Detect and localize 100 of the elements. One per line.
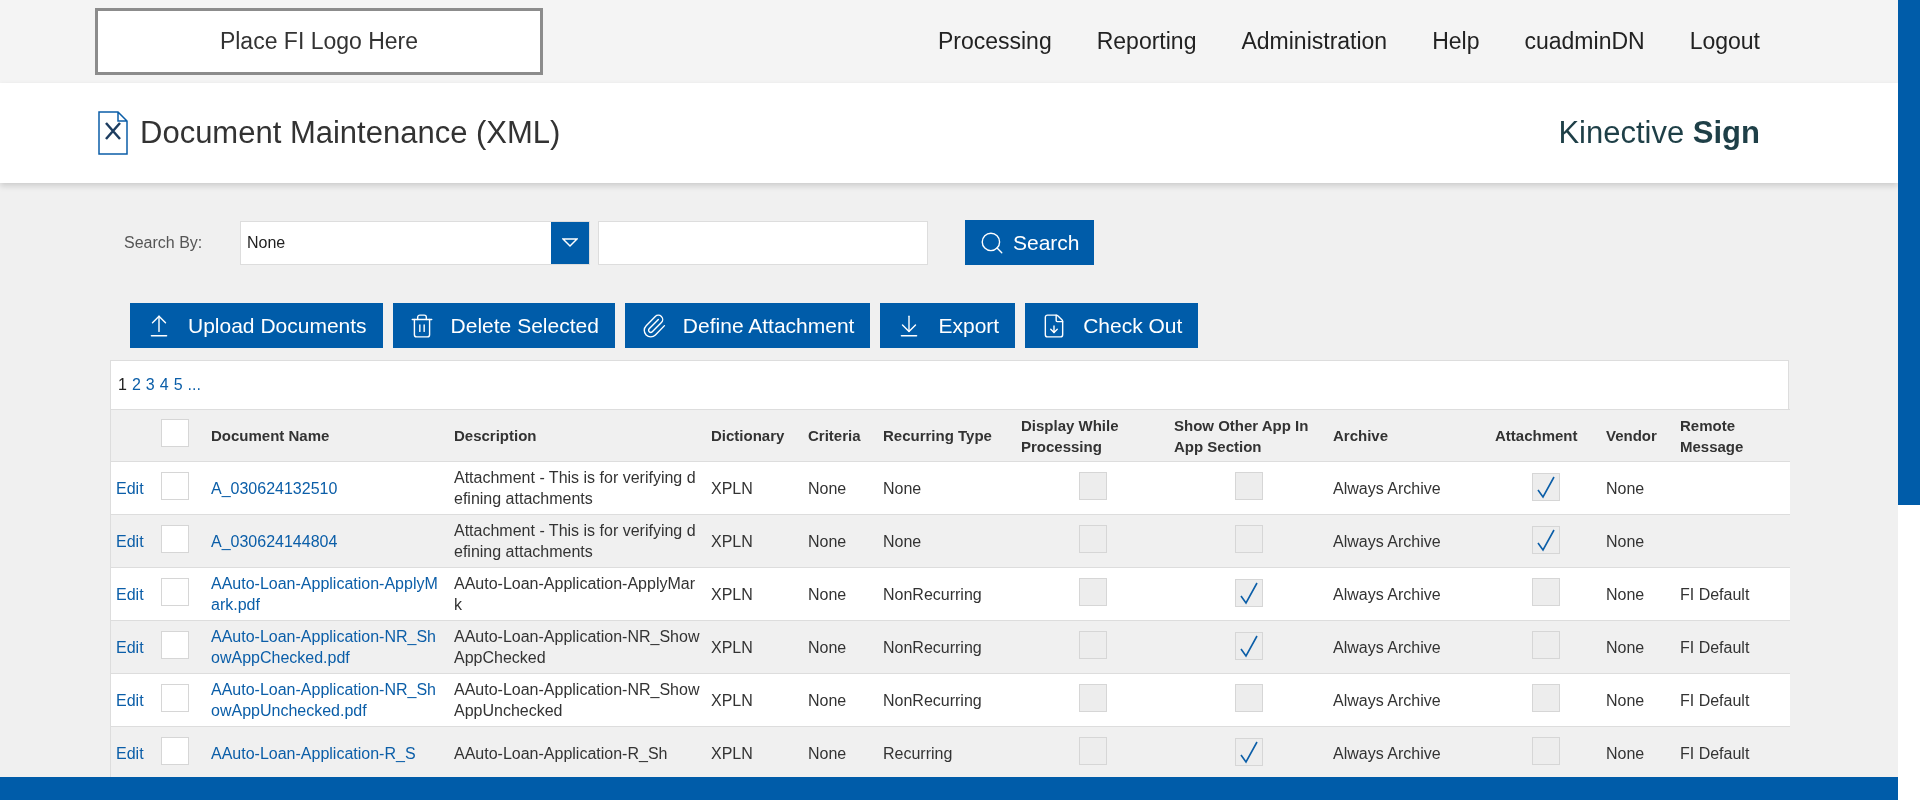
- description-text: Attachment - This is for verifying defining attachments: [454, 469, 696, 507]
- archive-text: Always Archive: [1333, 479, 1441, 497]
- recurring-type-text: Recurring: [883, 744, 953, 762]
- criteria-text: None: [808, 479, 847, 497]
- remote-message-text: FI Default: [1680, 691, 1750, 709]
- caret-icon: [562, 237, 578, 248]
- page-link[interactable]: 5: [173, 373, 183, 397]
- action-button[interactable]: Upload Documents: [130, 303, 383, 348]
- vendor-text: None: [1606, 585, 1645, 603]
- search-by-label: Search By:: [124, 232, 204, 253]
- document-name-link[interactable]: AAuto-Loan-Application-ApplyMark.pdf: [211, 573, 444, 615]
- column-header: Document Name: [206, 409, 449, 462]
- document-name-link[interactable]: A_030624144804: [211, 530, 444, 552]
- description-text: Attachment - This is for verifying defining attachments: [454, 522, 696, 560]
- edit-link[interactable]: Edit: [116, 691, 144, 709]
- edit-link[interactable]: Edit: [116, 585, 144, 603]
- column-header: Vendor: [1601, 409, 1675, 462]
- scrollbar-thumb[interactable]: [1898, 0, 1920, 505]
- remote-message-text: FI Default: [1680, 585, 1750, 603]
- search-by-select[interactable]: None: [240, 220, 590, 265]
- vendor-text: None: [1606, 638, 1645, 656]
- column-header: Criteria: [803, 409, 878, 462]
- edit-link[interactable]: Edit: [116, 532, 144, 550]
- vendor-text: None: [1606, 532, 1645, 550]
- checkbox[interactable]: [1234, 578, 1263, 607]
- page-link[interactable]: ...: [187, 373, 201, 397]
- recurring-type-text: NonRecurring: [883, 585, 982, 603]
- checkbox[interactable]: [1078, 471, 1107, 500]
- dropdown-button[interactable]: [551, 221, 589, 264]
- check-icon: [1237, 633, 1260, 658]
- column-header: Show Other App In App Section: [1169, 409, 1328, 462]
- document-name-link[interactable]: AAuto-Loan-Application-NR_ShowAppChecked.pdf: [211, 626, 444, 668]
- edit-link[interactable]: Edit: [116, 744, 144, 762]
- page-title: Document Maintenance (XML): [140, 113, 561, 152]
- dictionary-text: XPLN: [711, 585, 753, 603]
- checkbox[interactable]: [1234, 683, 1263, 712]
- nav-link[interactable]: Administration: [1241, 24, 1388, 59]
- edit-link[interactable]: Edit: [116, 638, 144, 656]
- nav-link[interactable]: Processing: [937, 24, 1052, 59]
- check-icon: [1237, 739, 1260, 764]
- edit-link[interactable]: Edit: [116, 479, 144, 497]
- criteria-text: None: [808, 532, 847, 550]
- checkbox[interactable]: [1078, 630, 1107, 659]
- column-header: Description: [449, 409, 706, 462]
- description-text: AAuto-Loan-Application-R_Sh: [454, 744, 668, 762]
- document-tools-icon: [98, 111, 128, 155]
- checkbox[interactable]: [1531, 683, 1560, 712]
- action-button[interactable]: Export: [880, 303, 1016, 348]
- checkbox[interactable]: [1234, 524, 1263, 553]
- search-input[interactable]: [598, 220, 928, 265]
- page-link[interactable]: 1: [118, 373, 127, 397]
- checkbox[interactable]: [161, 419, 189, 447]
- description-text: AAuto-Loan-Application-NR_ShowAppUnchecked: [454, 681, 700, 719]
- column-header: Dictionary: [706, 409, 803, 462]
- nav-link[interactable]: Logout: [1689, 24, 1760, 59]
- check-icon: [1534, 474, 1557, 499]
- vendor-text: None: [1606, 479, 1645, 497]
- dictionary-text: XPLN: [711, 744, 753, 762]
- checkbox[interactable]: [1531, 472, 1560, 501]
- check-icon: [1237, 580, 1260, 605]
- checkbox[interactable]: [1234, 737, 1263, 766]
- remote-message-text: FI Default: [1680, 638, 1750, 656]
- checkbox[interactable]: [161, 630, 189, 659]
- checkbox[interactable]: [161, 524, 189, 553]
- dictionary-text: XPLN: [711, 532, 753, 550]
- checkbox[interactable]: [1078, 736, 1107, 765]
- column-header: Recurring Type: [878, 409, 1016, 462]
- action-button[interactable]: Delete Selected: [392, 303, 615, 348]
- column-header: Attachment: [1490, 409, 1601, 462]
- vendor-text: None: [1606, 744, 1645, 762]
- page-link[interactable]: 2: [131, 373, 141, 397]
- checkbox[interactable]: [1078, 683, 1107, 712]
- document-name-link[interactable]: AAuto-Loan-Application-NR_ShowAppUnchecked.pdf: [211, 679, 444, 721]
- checkbox[interactable]: [1234, 471, 1263, 500]
- nav-link[interactable]: cuadminDN: [1524, 24, 1645, 59]
- action-button[interactable]: Check Out: [1025, 303, 1199, 348]
- checkbox[interactable]: [1531, 525, 1560, 554]
- document-name-link[interactable]: A_030624132510: [211, 477, 444, 499]
- nav-link[interactable]: Help: [1432, 24, 1480, 59]
- remote-message-text: FI Default: [1680, 744, 1750, 762]
- action-button[interactable]: Define Attachment: [624, 303, 871, 348]
- page-link[interactable]: 4: [159, 373, 169, 397]
- search-button[interactable]: Search: [965, 220, 1094, 265]
- checkbox[interactable]: [1531, 736, 1560, 765]
- logo-placeholder-text: Place FI Logo Here: [219, 27, 419, 57]
- document-name-link[interactable]: AAuto-Loan-Application-R_S: [211, 742, 444, 764]
- page-link[interactable]: 3: [145, 373, 155, 397]
- criteria-text: None: [808, 585, 847, 603]
- checkbox[interactable]: [161, 736, 189, 765]
- checkbox[interactable]: [161, 471, 189, 500]
- checkbox[interactable]: [1234, 631, 1263, 660]
- checkbox[interactable]: [1078, 577, 1107, 606]
- recurring-type-text: None: [883, 532, 922, 550]
- vendor-text: None: [1606, 691, 1645, 709]
- checkbox[interactable]: [1531, 577, 1560, 606]
- nav-link[interactable]: Reporting: [1096, 24, 1197, 59]
- checkbox[interactable]: [1531, 630, 1560, 659]
- checkbox[interactable]: [161, 577, 189, 606]
- checkbox[interactable]: [1078, 524, 1107, 553]
- checkbox[interactable]: [161, 683, 189, 712]
